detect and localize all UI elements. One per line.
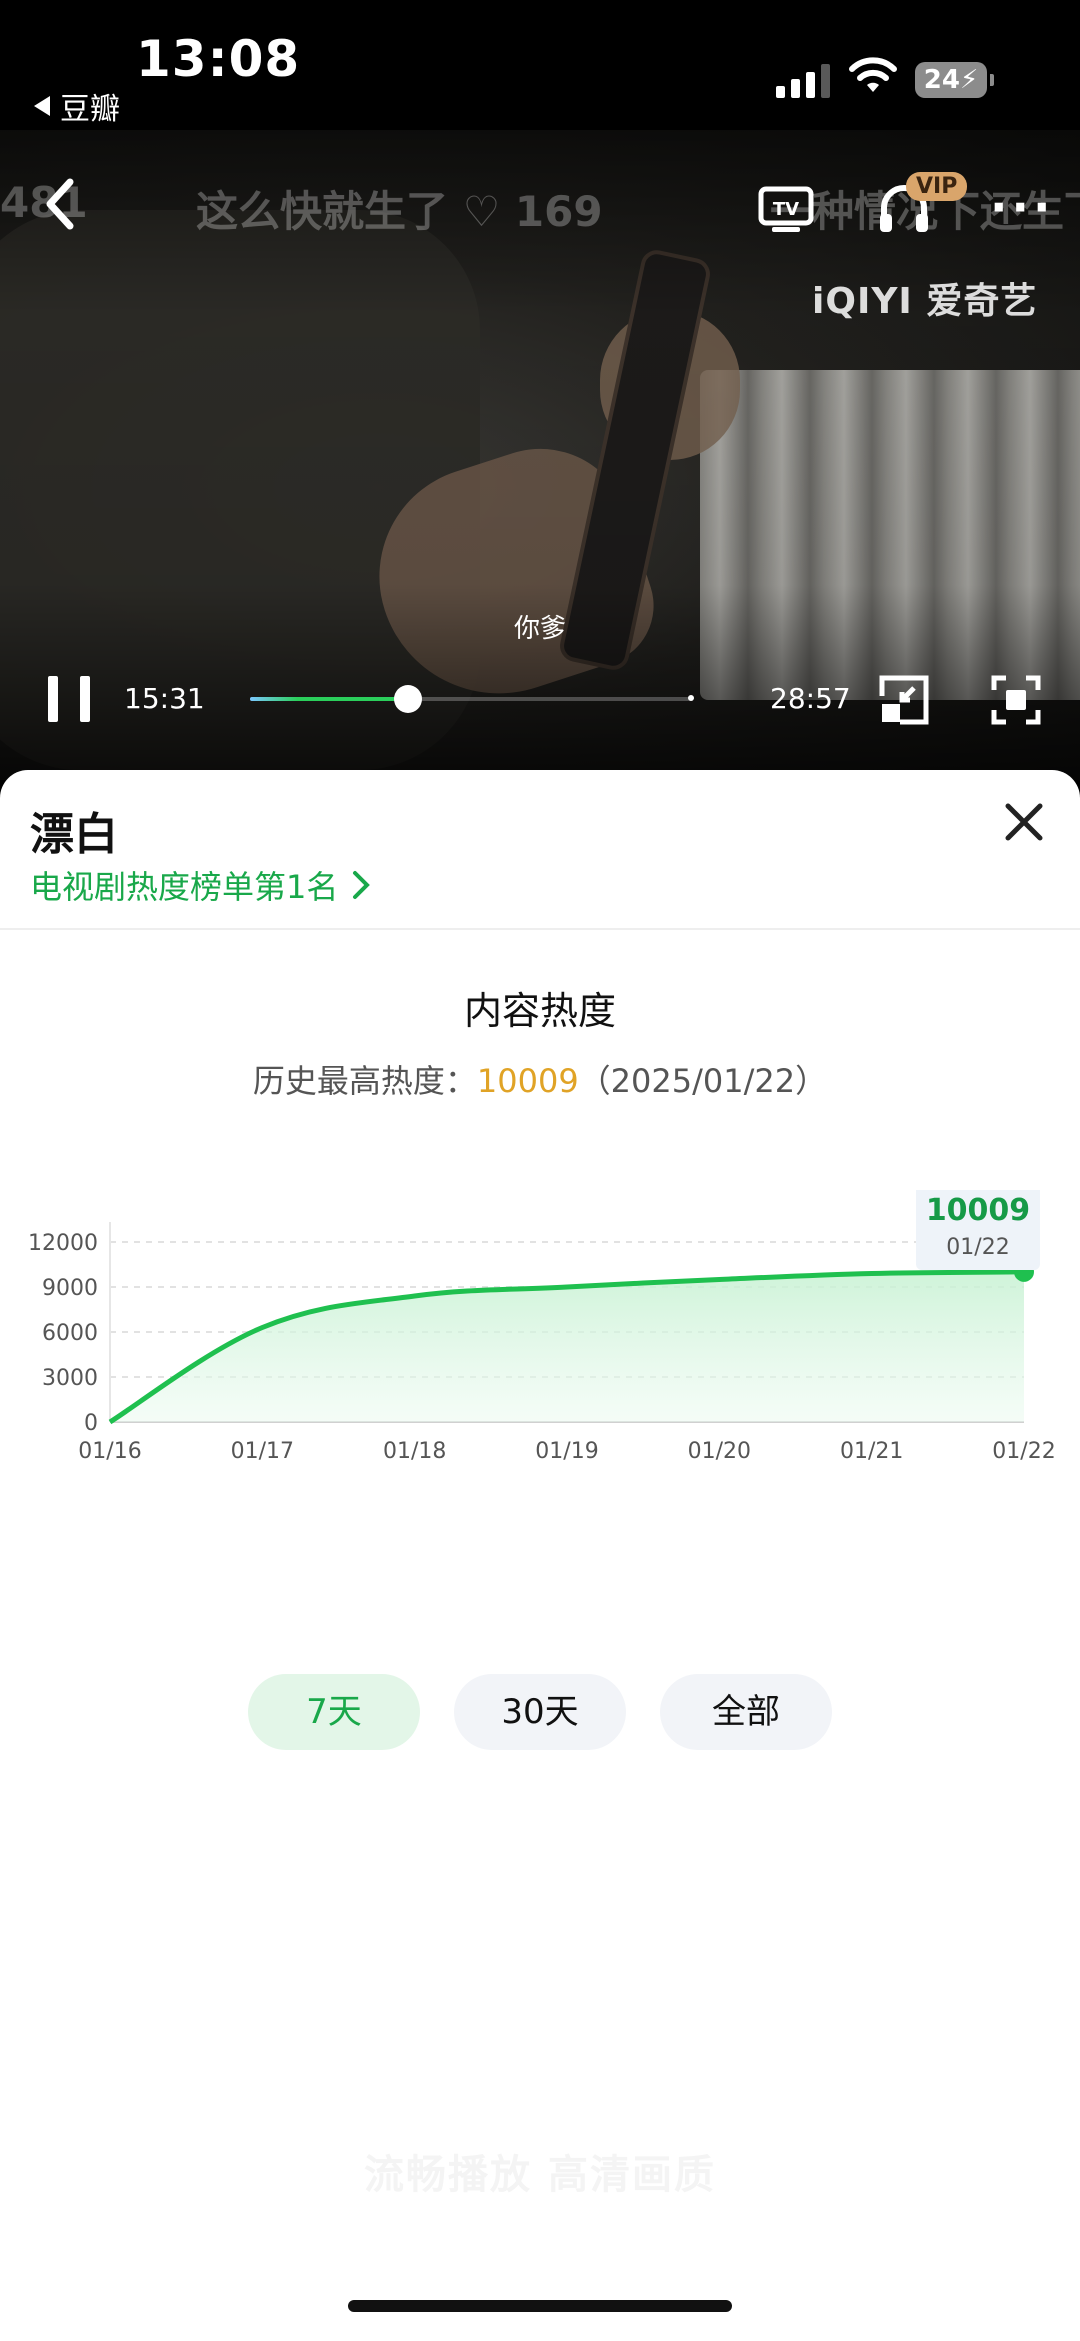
player-top-controls: TV VIP ··· — [0, 150, 1080, 260]
y-tick-label: 9000 — [42, 1276, 98, 1301]
tv-cast-icon[interactable]: TV — [758, 184, 814, 234]
cellular-signal-icon — [776, 62, 830, 98]
tab-30-days[interactable]: 30天 — [454, 1674, 626, 1750]
status-time: 13:08 — [136, 30, 301, 88]
x-tick-label: 01/20 — [688, 1439, 751, 1464]
pause-icon — [48, 676, 58, 722]
x-tick-label: 01/16 — [78, 1439, 141, 1464]
home-indicator[interactable] — [348, 2300, 732, 2312]
x-tick-label: 01/17 — [231, 1439, 294, 1464]
battery-indicator: 24⚡ — [915, 62, 994, 98]
tab-all[interactable]: 全部 — [660, 1674, 832, 1750]
status-bar: 13:08 豆瓣 24⚡ — [0, 0, 1080, 130]
chevron-right-icon — [353, 871, 371, 899]
video-subtitle: 你爹 — [513, 614, 566, 644]
x-tick-label: 01/21 — [840, 1439, 903, 1464]
app-screen: 13:08 豆瓣 24⚡ 481 这么快就生了 ♡ 169 一种情况下还生下 T… — [0, 0, 1080, 2341]
heat-section-title: 内容热度 — [463, 989, 616, 1033]
rank-text: 电视剧热度榜单第1名 — [30, 868, 339, 906]
chart-tooltip-value: 10009 — [926, 1193, 1030, 1228]
range-tabs: 7天 30天 全部 — [0, 1674, 1080, 1754]
wifi-icon — [849, 57, 897, 92]
pause-icon — [80, 676, 90, 722]
show-title: 漂白 — [30, 809, 118, 860]
progress-track[interactable] — [250, 685, 694, 713]
chart-area-fill — [110, 1271, 1024, 1422]
back-arrow-icon[interactable] — [40, 176, 80, 232]
heat-peak-label: 历史最高热度： — [252, 1062, 477, 1100]
back-app-label: 豆瓣 — [60, 92, 120, 127]
tab-7-days[interactable]: 7天 — [248, 1674, 420, 1750]
current-time: 15:31 — [124, 682, 205, 715]
battery-level: 24 — [923, 65, 960, 95]
heat-peak-summary: 历史最高热度：10009（2025/01/22） — [0, 1056, 1080, 1102]
progress-fill — [250, 697, 409, 701]
x-tick-label: 01/18 — [383, 1439, 446, 1464]
heat-peak-date: （2025/01/22） — [578, 1062, 828, 1100]
y-tick-label: 0 — [84, 1411, 98, 1436]
heat-detail-sheet: 漂白 电视剧热度榜单第1名 内容热度 历史最高热度：10009（2025/01/… — [0, 770, 1080, 2341]
divider — [0, 928, 1080, 930]
y-tick-label: 3000 — [42, 1366, 98, 1391]
back-triangle-icon — [34, 96, 50, 116]
vip-badge: VIP — [906, 172, 968, 201]
iqiyi-watermark: iQIYI 爱奇艺 — [812, 281, 1038, 322]
picture-in-picture-icon[interactable] — [878, 674, 930, 726]
x-tick-label: 01/19 — [535, 1439, 598, 1464]
rank-link[interactable]: 电视剧热度榜单第1名 — [30, 862, 371, 908]
svg-text:TV: TV — [773, 199, 799, 220]
player-control-bar: 15:31 28:57 — [0, 660, 1080, 740]
y-tick-label: 12000 — [28, 1231, 98, 1256]
pause-button[interactable] — [46, 676, 92, 722]
chart-tooltip-date: 01/22 — [946, 1235, 1009, 1260]
heat-line-chart[interactable]: 0 3000 6000 9000 12000 01/16 01/17 01/18 01/19 01… — [0, 1190, 1080, 1570]
more-options-icon[interactable]: ··· — [990, 180, 1054, 234]
charging-bolt-icon: ⚡ — [959, 65, 979, 95]
fullscreen-icon[interactable] — [990, 674, 1042, 726]
close-icon[interactable] — [1004, 802, 1044, 842]
chapter-marker — [688, 695, 694, 701]
heat-peak-value: 10009 — [476, 1062, 579, 1100]
progress-knob[interactable] — [394, 685, 423, 713]
y-tick-label: 6000 — [42, 1321, 98, 1346]
back-to-app-link[interactable]: 豆瓣 — [34, 84, 120, 128]
faint-footer-text: 流畅播放 高清画质 — [364, 2152, 716, 2198]
total-duration: 28:57 — [770, 682, 851, 715]
x-tick-label: 01/22 — [992, 1439, 1055, 1464]
